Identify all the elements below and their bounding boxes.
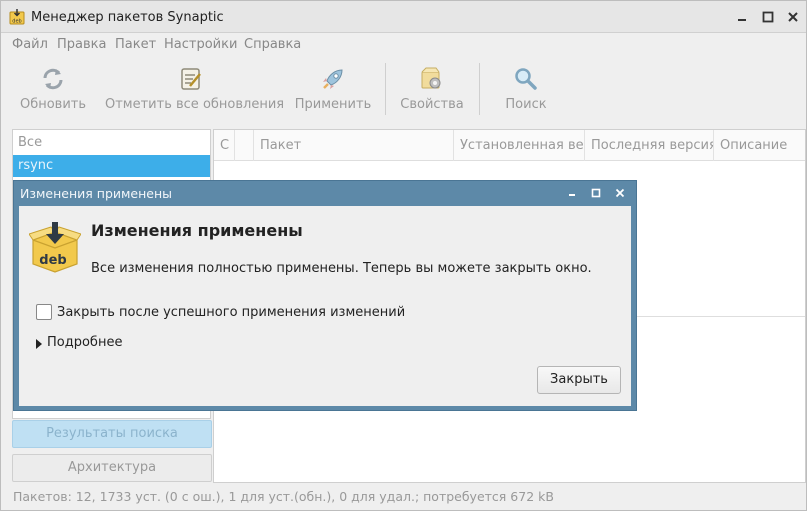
toolbar-separator	[479, 63, 480, 115]
reload-label: Обновить	[19, 97, 87, 112]
close-after-apply-checkbox[interactable]	[36, 304, 52, 320]
dialog-close-icon[interactable]	[613, 186, 627, 200]
menubar: Файл Правка Пакет Настройки Справка	[1, 33, 806, 57]
dialog-title: Изменения применены	[20, 186, 173, 201]
column-package[interactable]: Пакет	[254, 130, 454, 161]
filter-item-rsync[interactable]: rsync	[13, 155, 210, 177]
minimize-icon[interactable]	[734, 9, 750, 25]
dialog-message: Все изменения полностью применены. Тепер…	[91, 261, 592, 276]
dialog-body: deb Изменения применены Все изменения по…	[19, 206, 631, 406]
column-installed-version[interactable]: Установленная версия	[454, 130, 585, 161]
svg-text:deb: deb	[12, 19, 21, 25]
toolbar: Обновить Отметить все обновления Примени…	[1, 57, 806, 123]
column-support[interactable]	[235, 130, 254, 161]
reload-button[interactable]: Обновить	[15, 57, 91, 123]
toolbar-separator	[385, 63, 386, 115]
dialog-minimize-icon[interactable]	[565, 186, 579, 200]
close-after-apply-label[interactable]: Закрыть после успешного применения измен…	[57, 305, 405, 320]
menu-edit[interactable]: Правка	[57, 37, 106, 52]
column-description[interactable]: Описание	[714, 130, 805, 161]
search-results-button[interactable]: Результаты поиска	[12, 420, 212, 448]
close-button[interactable]: Закрыть	[537, 366, 621, 394]
close-window-icon[interactable]	[785, 9, 801, 25]
synaptic-app-icon: deb	[9, 9, 25, 25]
maximize-icon[interactable]	[760, 9, 776, 25]
architecture-button[interactable]: Архитектура	[12, 454, 212, 482]
deb-package-icon: deb	[29, 222, 81, 273]
deb-icon-text: deb	[39, 253, 66, 268]
dialog-titlebar: Изменения применены	[14, 181, 636, 206]
menu-help[interactable]: Справка	[244, 37, 301, 52]
search-label: Поиск	[505, 97, 547, 112]
mark-upgrades-icon	[181, 68, 201, 90]
properties-label: Свойства	[400, 97, 464, 112]
properties-button[interactable]: Свойства	[397, 57, 467, 123]
column-latest-version[interactable]: Последняя версия	[585, 130, 714, 161]
expander-arrow-icon	[36, 339, 42, 349]
menu-settings[interactable]: Настройки	[164, 37, 237, 52]
dialog-heading: Изменения применены	[91, 221, 303, 240]
menu-file[interactable]: Файл	[12, 37, 48, 52]
filter-item-all[interactable]: Все	[13, 132, 210, 154]
apply-button[interactable]: Применить	[291, 57, 375, 123]
reload-icon	[43, 68, 63, 90]
window-title: Менеджер пакетов Synaptic	[31, 10, 224, 25]
apply-label: Применить	[294, 97, 372, 112]
status-bar: Пакетов: 12, 1733 уст. (0 с ош.), 1 для …	[13, 489, 554, 504]
search-icon	[515, 68, 537, 90]
details-label: Подробнее	[47, 335, 123, 350]
mark-all-upgrades-label: Отметить все обновления	[105, 97, 285, 112]
mark-all-upgrades-button[interactable]: Отметить все обновления	[105, 57, 285, 123]
changes-applied-dialog: Изменения применены deb Изменения примен…	[13, 180, 637, 411]
package-properties-icon	[421, 67, 441, 89]
menu-package[interactable]: Пакет	[115, 37, 156, 52]
table-header: С Пакет Установленная версия Последняя в…	[214, 130, 805, 161]
column-status[interactable]: С	[214, 130, 235, 161]
titlebar: deb Менеджер пакетов Synaptic	[1, 1, 806, 33]
search-button[interactable]: Поиск	[497, 57, 555, 123]
dialog-maximize-icon[interactable]	[589, 186, 603, 200]
rocket-icon	[323, 69, 343, 89]
